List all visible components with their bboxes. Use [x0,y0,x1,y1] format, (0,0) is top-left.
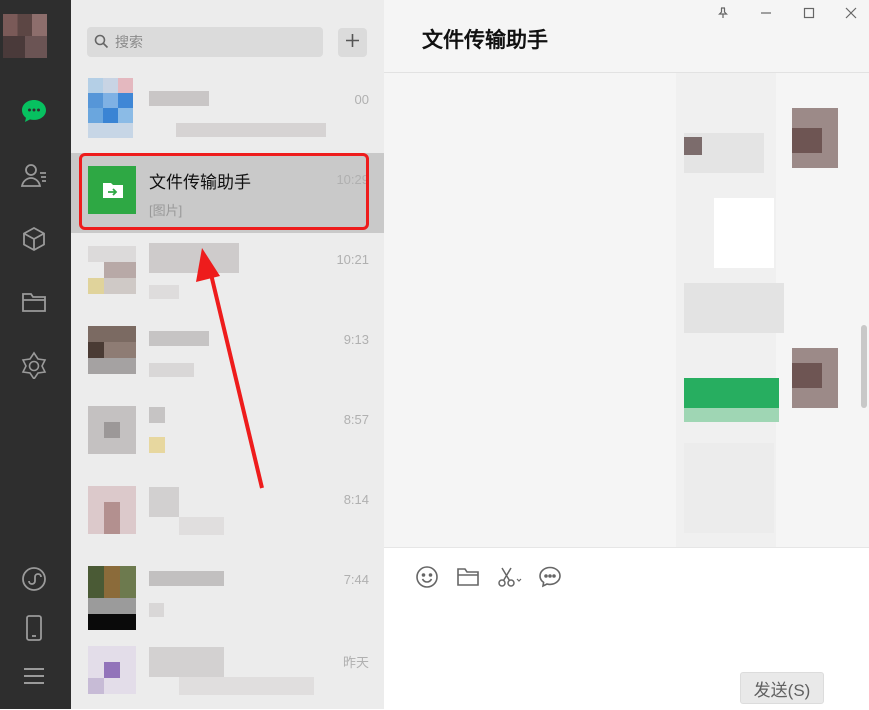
scrollbar[interactable] [861,325,867,408]
minimize-icon[interactable] [755,4,777,22]
chat-list-item[interactable]: 9:13 [71,313,384,393]
scissors-icon[interactable] [496,564,522,590]
avatar [88,486,136,534]
chat-list-item[interactable]: 8:14 [71,473,384,553]
contacts-icon[interactable] [19,160,49,190]
left-nav-bar [0,0,71,709]
message-input[interactable] [414,600,838,664]
chat-list-item[interactable]: 10:21 [71,233,384,313]
chat-list-item[interactable]: 00 [71,73,384,153]
chat-bubble-icon[interactable] [19,96,49,126]
folder-icon[interactable] [455,564,481,590]
chat-time: 8:57 [343,412,369,427]
chat-list-item[interactable]: 7:44 [71,553,384,633]
annotation-highlight-box [79,153,369,230]
chat-time: 10:21 [336,252,369,267]
avatar [88,406,136,454]
close-icon[interactable] [840,4,862,22]
chat-time: 7:44 [343,572,369,587]
chat-history-icon[interactable] [537,564,563,590]
composer: 发送(S) [384,547,869,710]
avatar [88,646,136,694]
avatar [88,566,136,630]
search-box[interactable] [87,27,323,57]
search-input[interactable] [115,27,315,57]
chat-time: 9:13 [343,332,369,347]
pin-icon[interactable] [712,4,734,22]
chat-time: 8:14 [343,492,369,507]
chat-time: 00 [354,92,369,107]
conversation-panel: 文件传输助手 发送(S) [384,0,869,710]
message-history [384,73,859,547]
chat-time: 昨天 [342,655,369,670]
send-button[interactable]: 发送(S) [740,672,824,704]
chat-list-item[interactable]: 昨天 [71,633,384,709]
user-avatar[interactable] [3,14,47,58]
avatar [88,78,148,138]
plus-icon [345,33,360,52]
folder-icon[interactable] [19,287,49,317]
avatar [88,246,136,294]
chat-list-panel: 00 文件传输助手 [图片] 10:29 10:21 [71,0,384,709]
phone-icon[interactable] [19,613,49,643]
hamburger-icon[interactable] [19,661,49,691]
aperture-icon[interactable] [19,350,49,380]
search-icon [94,34,109,53]
avatar [88,326,136,374]
conversation-title: 文件传输助手 [422,29,548,52]
chat-list-item[interactable]: 8:57 [71,393,384,473]
maximize-icon[interactable] [798,4,820,22]
cube-icon[interactable] [19,224,49,254]
emoji-icon[interactable] [414,564,440,590]
add-button[interactable] [338,28,367,57]
mini-program-icon[interactable] [19,564,49,594]
